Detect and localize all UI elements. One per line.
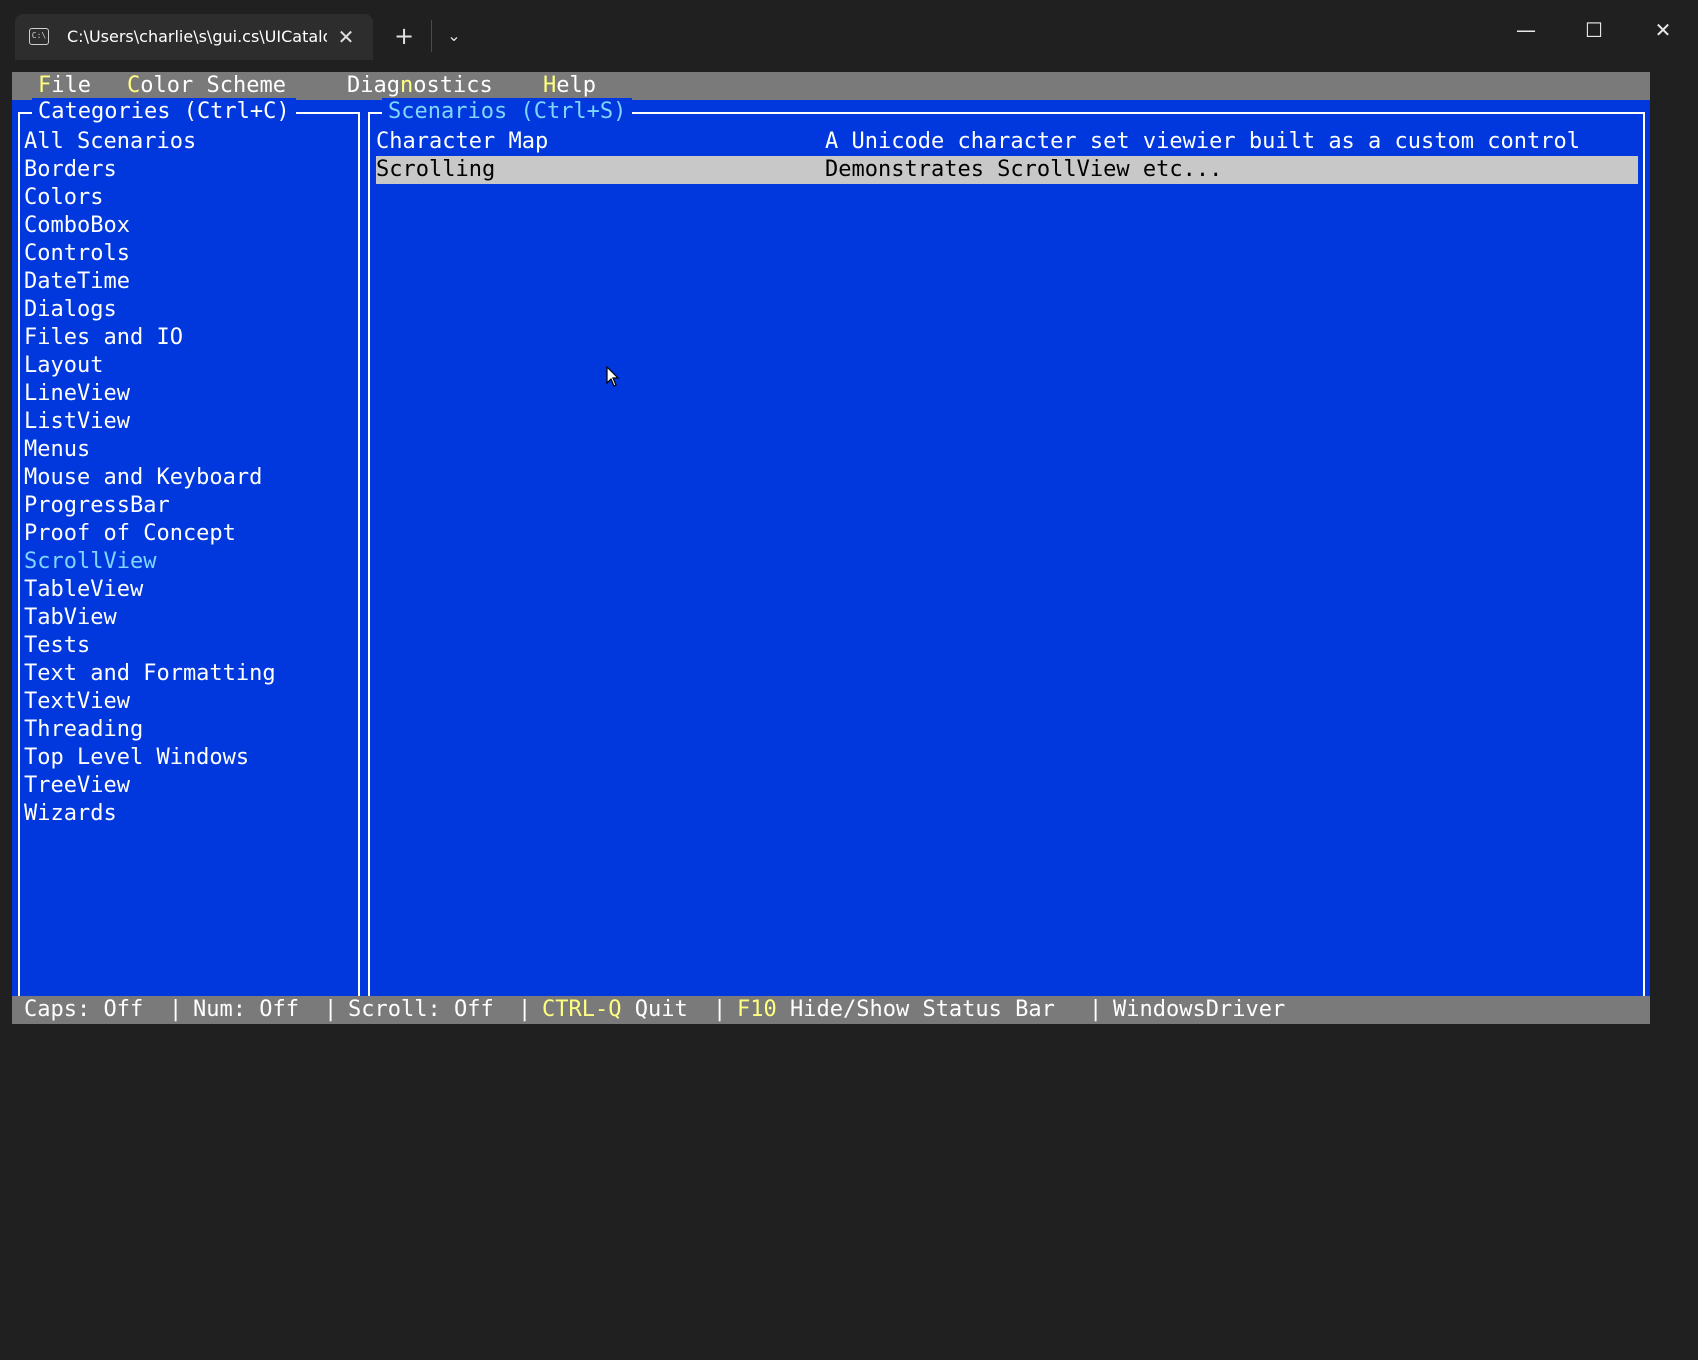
category-item[interactable]: Tests bbox=[24, 632, 344, 660]
status-separator: | bbox=[713, 997, 727, 1022]
status-separator: | bbox=[324, 997, 338, 1022]
category-item[interactable]: Menus bbox=[24, 436, 344, 464]
scenario-row[interactable]: Character Map A Unicode character set vie… bbox=[376, 128, 1638, 156]
chevron-down-icon[interactable]: ⌄ bbox=[440, 22, 468, 50]
category-item[interactable]: LineView bbox=[24, 380, 344, 408]
status-caps: Caps: Off bbox=[24, 997, 144, 1022]
scenario-name: Character Map bbox=[376, 129, 549, 154]
status-toggle-statusbar[interactable]: F10 Hide/Show Status Bar bbox=[737, 996, 1055, 1024]
category-item[interactable]: Layout bbox=[24, 352, 344, 380]
category-item[interactable]: Colors bbox=[24, 184, 344, 212]
category-item[interactable]: Mouse and Keyboard bbox=[24, 464, 344, 492]
scenarios-title: Scenarios (Ctrl+S) bbox=[382, 98, 633, 126]
status-separator: | bbox=[1089, 997, 1103, 1022]
category-item[interactable]: Threading bbox=[24, 716, 344, 744]
menu-diagnostics-label: ostics bbox=[413, 73, 493, 98]
tab-close-icon[interactable]: ✕ bbox=[333, 24, 359, 50]
category-item[interactable]: TabView bbox=[24, 604, 344, 632]
scenario-description: Demonstrates ScrollView etc... bbox=[825, 157, 1223, 182]
menu-help-hotkey: H bbox=[543, 73, 557, 98]
category-item[interactable]: Text and Formatting bbox=[24, 660, 344, 688]
status-toggle-label: Hide/Show Status Bar bbox=[776, 997, 1055, 1022]
tab-separator bbox=[431, 20, 432, 52]
mouse-cursor-icon bbox=[606, 366, 620, 387]
status-driver: WindowsDriver bbox=[1113, 997, 1286, 1022]
scenario-row[interactable]: Scrolling Demonstrates ScrollView etc... bbox=[376, 156, 1638, 184]
categories-title: Categories (Ctrl+C) bbox=[32, 98, 296, 126]
status-separator: | bbox=[518, 997, 532, 1022]
menu-file-label: ile bbox=[51, 73, 91, 98]
category-item[interactable]: TableView bbox=[24, 576, 344, 604]
category-item[interactable]: TextView bbox=[24, 688, 344, 716]
category-item[interactable]: Dialogs bbox=[24, 296, 344, 324]
minimize-icon[interactable]: — bbox=[1503, 12, 1549, 48]
scenarios-panel: Scenarios (Ctrl+S) bbox=[368, 98, 1645, 1015]
terminal-area: File Color Scheme Diagnostics Help Categ… bbox=[12, 72, 1650, 1024]
menu-help-label: elp bbox=[556, 73, 596, 98]
scenarios-list[interactable]: Character Map A Unicode character set vie… bbox=[376, 128, 1638, 184]
status-quit-label: Quit bbox=[621, 997, 688, 1022]
terminal-tab[interactable]: C:\ C:\Users\charlie\s\gui.cs\UICatalog … bbox=[15, 14, 373, 60]
status-scroll: Scroll: Off bbox=[348, 997, 494, 1022]
status-bar: Caps: Off | Num: Off | Scroll: Off | CTR… bbox=[12, 996, 1650, 1024]
category-item[interactable]: Wizards bbox=[24, 800, 344, 828]
menu-color-scheme[interactable]: Color Scheme bbox=[127, 72, 286, 100]
close-window-icon[interactable]: ✕ bbox=[1640, 12, 1686, 48]
category-item[interactable]: ComboBox bbox=[24, 212, 344, 240]
categories-list[interactable]: All Scenarios Borders Colors ComboBox Contro… bbox=[24, 128, 344, 828]
tab-title: C:\Users\charlie\s\gui.cs\UICatalog bbox=[67, 27, 327, 46]
scenario-name: Scrolling bbox=[376, 157, 496, 182]
terminal-icon: C:\ bbox=[29, 28, 49, 45]
menu-bar: File Color Scheme Diagnostics Help bbox=[12, 72, 1650, 100]
status-quit-key: CTRL-Q bbox=[542, 997, 622, 1022]
maximize-icon[interactable]: ☐ bbox=[1571, 12, 1617, 48]
menu-file[interactable]: File bbox=[38, 72, 91, 100]
category-item[interactable]: ListView bbox=[24, 408, 344, 436]
status-toggle-key: F10 bbox=[737, 997, 777, 1022]
new-tab-icon[interactable]: + bbox=[390, 22, 418, 50]
window-titlebar: C:\ C:\Users\charlie\s\gui.cs\UICatalog … bbox=[0, 0, 1698, 60]
category-item[interactable]: Borders bbox=[24, 156, 344, 184]
category-item[interactable]: Controls bbox=[24, 240, 344, 268]
category-item[interactable]: Proof of Concept bbox=[24, 520, 344, 548]
scenario-description: A Unicode character set viewier built as… bbox=[825, 129, 1580, 154]
category-item[interactable]: Files and IO bbox=[24, 324, 344, 352]
status-num: Num: Off bbox=[193, 997, 299, 1022]
menu-help[interactable]: Help bbox=[543, 72, 596, 100]
menu-color-scheme-hotkey: C bbox=[127, 73, 141, 98]
menu-diagnostics[interactable]: Diagnostics bbox=[347, 72, 493, 100]
menu-diagnostics-pre: Diag bbox=[347, 73, 400, 98]
menu-diagnostics-hotkey: n bbox=[399, 73, 414, 98]
menu-file-hotkey: F bbox=[38, 73, 52, 98]
category-item[interactable]: TreeView bbox=[24, 772, 344, 800]
menu-color-scheme-label: olor Scheme bbox=[140, 73, 286, 98]
category-item[interactable]: ScrollView bbox=[24, 548, 344, 576]
category-item[interactable]: ProgressBar bbox=[24, 492, 344, 520]
category-item[interactable]: All Scenarios bbox=[24, 128, 344, 156]
status-quit[interactable]: CTRL-Q Quit bbox=[542, 996, 688, 1024]
status-separator: | bbox=[169, 997, 183, 1022]
category-item[interactable]: DateTime bbox=[24, 268, 344, 296]
category-item[interactable]: Top Level Windows bbox=[24, 744, 344, 772]
